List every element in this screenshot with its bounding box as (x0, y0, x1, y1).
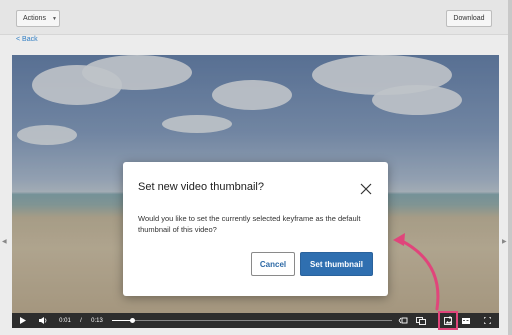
dialog-title: Set new video thumbnail? (138, 181, 264, 193)
fullscreen-icon (483, 317, 491, 324)
volume-button[interactable] (36, 313, 50, 328)
copy-button[interactable] (414, 313, 428, 328)
current-time: 0:01 (59, 317, 71, 324)
set-thumbnail-icon (443, 316, 452, 325)
right-edge-arrow-icon: ▶ (502, 239, 507, 245)
download-button[interactable]: Download (446, 10, 492, 27)
scrollbar[interactable] (508, 0, 512, 335)
captions-icon (462, 317, 470, 324)
progress-bar[interactable] (112, 318, 392, 323)
captions-button[interactable] (460, 313, 472, 328)
top-toolbar: Actions ▼ Download (0, 0, 512, 35)
volume-icon (38, 317, 46, 324)
play-button[interactable] (16, 313, 30, 328)
set-thumbnail-dialog: Set new video thumbnail? Would you like … (123, 162, 388, 296)
clip-icon (398, 317, 408, 324)
clip-button[interactable] (396, 313, 410, 328)
cancel-button[interactable]: Cancel (251, 252, 295, 276)
copy-icon (416, 316, 426, 325)
progress-fill (112, 320, 132, 321)
fullscreen-button[interactable] (480, 313, 494, 328)
left-edge-arrow-icon: ◀ (2, 239, 7, 245)
back-link[interactable]: < Back (16, 36, 38, 43)
set-thumbnail-confirm-button[interactable]: Set thumbnail (300, 252, 373, 276)
close-icon (360, 183, 372, 195)
progress-handle[interactable] (129, 318, 135, 323)
duration: 0:13 (91, 317, 103, 324)
close-button[interactable] (360, 182, 372, 195)
actions-dropdown-button[interactable]: Actions ▼ (16, 10, 60, 27)
chevron-down-icon: ▼ (51, 15, 57, 22)
actions-label: Actions (23, 15, 46, 22)
set-thumbnail-button[interactable] (438, 311, 458, 330)
dialog-message: Would you like to set the currently sele… (138, 214, 361, 234)
time-separator: / (80, 317, 82, 324)
player-controls: 0:01 / 0:13 (12, 311, 499, 330)
play-icon (20, 317, 26, 324)
